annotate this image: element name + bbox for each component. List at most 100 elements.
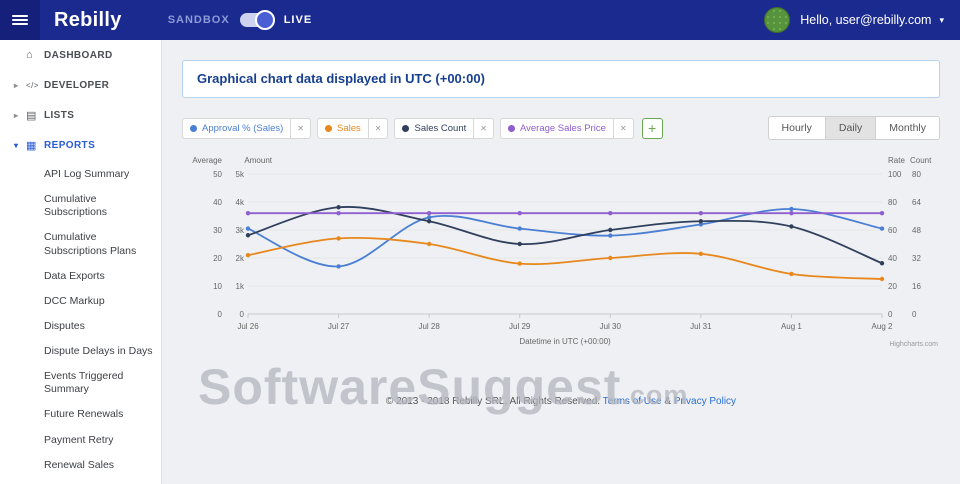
main-content: Graphical chart data displayed in UTC (+… bbox=[162, 40, 960, 484]
chart-controls: Approval % (Sales)✕Sales✕Sales Count✕Ave… bbox=[182, 116, 940, 140]
sidebar-report-item[interactable]: Payment Retry bbox=[0, 428, 161, 453]
sandbox-label: SANDBOX bbox=[168, 14, 230, 26]
live-label: LIVE bbox=[284, 14, 312, 26]
svg-text:0: 0 bbox=[888, 310, 893, 319]
filter-chip[interactable]: Average Sales Price ✕ bbox=[500, 118, 634, 139]
watermark: SoftwareSuggest.com bbox=[198, 358, 688, 416]
lists-icon: ▤ bbox=[26, 109, 44, 122]
svg-text:Rate: Rate bbox=[888, 156, 905, 165]
avatar[interactable] bbox=[764, 7, 790, 33]
brand-logo: Rebilly bbox=[54, 9, 122, 32]
svg-text:60: 60 bbox=[888, 226, 897, 235]
svg-text:0: 0 bbox=[912, 310, 917, 319]
sidebar-item-label: DASHBOARD bbox=[44, 50, 113, 61]
svg-text:1k: 1k bbox=[236, 282, 245, 291]
add-series-button[interactable]: + bbox=[642, 118, 663, 139]
chips-row: Approval % (Sales)✕Sales✕Sales Count✕Ave… bbox=[182, 118, 634, 139]
sidebar-item-reports[interactable]: ▾ ▦ REPORTS bbox=[0, 130, 161, 160]
caret-down-icon: ▾ bbox=[14, 141, 26, 150]
svg-text:0: 0 bbox=[240, 310, 245, 319]
svg-text:30: 30 bbox=[213, 226, 222, 235]
svg-text:Count: Count bbox=[910, 156, 932, 165]
report-subitems: API Log SummaryCumulative SubscriptionsC… bbox=[0, 160, 161, 484]
svg-text:Highcharts.com: Highcharts.com bbox=[889, 341, 938, 348]
topbar: Rebilly SANDBOX LIVE Hello, user@rebilly… bbox=[0, 0, 960, 40]
user-menu[interactable]: Hello, user@rebilly.com ▾ bbox=[764, 7, 960, 33]
series-dot bbox=[325, 125, 332, 132]
remove-chip-icon[interactable]: ✕ bbox=[290, 119, 310, 138]
svg-text:64: 64 bbox=[912, 198, 921, 207]
sidebar-report-item[interactable]: Events Triggered Summary bbox=[0, 364, 161, 402]
period-button-daily[interactable]: Daily bbox=[826, 116, 876, 140]
toggle-knob[interactable] bbox=[255, 10, 275, 30]
remove-chip-icon[interactable]: ✕ bbox=[473, 119, 493, 138]
reports-icon: ▦ bbox=[26, 139, 44, 152]
chip-label: Average Sales Price bbox=[520, 123, 606, 134]
remove-chip-icon[interactable]: ✕ bbox=[368, 119, 388, 138]
sidebar-item-label: LISTS bbox=[44, 110, 74, 121]
svg-text:Average: Average bbox=[192, 156, 222, 165]
svg-text:20: 20 bbox=[888, 282, 897, 291]
period-button-hourly[interactable]: Hourly bbox=[768, 116, 826, 140]
caret-right-icon: ▸ bbox=[14, 111, 26, 120]
copyright-text: © 2013 - 2018 Rebilly SRL, All Rights Re… bbox=[386, 396, 600, 407]
chevron-down-icon[interactable]: ▾ bbox=[939, 15, 944, 26]
sidebar-report-item[interactable]: Retention Percentage bbox=[0, 478, 161, 484]
period-toggle-group: HourlyDailyMonthly bbox=[768, 116, 940, 140]
sidebar-report-item[interactable]: Future Renewals bbox=[0, 402, 161, 427]
period-button-monthly[interactable]: Monthly bbox=[876, 116, 940, 140]
svg-text:Jul 28: Jul 28 bbox=[418, 322, 440, 331]
code-icon: </> bbox=[26, 81, 44, 90]
home-icon: ⌂ bbox=[26, 49, 44, 61]
svg-text:80: 80 bbox=[912, 170, 921, 179]
remove-chip-icon[interactable]: ✕ bbox=[613, 119, 633, 138]
sidebar-report-item[interactable]: API Log Summary bbox=[0, 162, 161, 187]
caret-right-icon: ▸ bbox=[14, 81, 26, 90]
series-dot bbox=[190, 125, 197, 132]
chart-svg: 505k10080404k8064303k6048202k4032101k201… bbox=[182, 152, 940, 357]
sidebar-report-item[interactable]: Renewal Sales bbox=[0, 453, 161, 478]
svg-text:Amount: Amount bbox=[244, 156, 272, 165]
svg-text:3k: 3k bbox=[236, 226, 245, 235]
sidebar-item-developer[interactable]: ▸ </> DEVELOPER bbox=[0, 70, 161, 100]
sidebar-report-item[interactable]: Data Exports bbox=[0, 264, 161, 289]
filter-chip[interactable]: Approval % (Sales) ✕ bbox=[182, 118, 311, 139]
svg-text:20: 20 bbox=[213, 254, 222, 263]
sidebar-report-item[interactable]: Disputes bbox=[0, 314, 161, 339]
svg-text:50: 50 bbox=[213, 170, 222, 179]
terms-link[interactable]: Terms of Use bbox=[603, 396, 662, 407]
sidebar-report-item[interactable]: DCC Markup bbox=[0, 289, 161, 314]
sidebar-item-label: DEVELOPER bbox=[44, 80, 109, 91]
sidebar-report-item[interactable]: Dispute Delays in Days bbox=[0, 339, 161, 364]
environment-toggle[interactable] bbox=[240, 13, 274, 27]
svg-text:100: 100 bbox=[888, 170, 902, 179]
svg-text:Jul 30: Jul 30 bbox=[600, 322, 622, 331]
filter-chip[interactable]: Sales Count✕ bbox=[394, 118, 493, 139]
svg-text:Aug 1: Aug 1 bbox=[781, 322, 802, 331]
filter-chip[interactable]: Sales ✕ bbox=[317, 118, 388, 139]
svg-text:40: 40 bbox=[213, 198, 222, 207]
svg-text:Jul 31: Jul 31 bbox=[690, 322, 712, 331]
svg-text:0: 0 bbox=[218, 310, 223, 319]
sidebar-item-dashboard[interactable]: ⌂ DASHBOARD bbox=[0, 40, 161, 70]
svg-text:16: 16 bbox=[912, 282, 921, 291]
chip-label: Sales bbox=[337, 123, 361, 134]
svg-text:2k: 2k bbox=[236, 254, 245, 263]
privacy-link[interactable]: Privacy Policy bbox=[674, 396, 736, 407]
user-greeting: Hello, user@rebilly.com bbox=[800, 13, 931, 27]
svg-text:48: 48 bbox=[912, 226, 921, 235]
svg-text:Aug 2: Aug 2 bbox=[872, 322, 893, 331]
chart-container: 505k10080404k8064303k6048202k4032101k201… bbox=[182, 152, 940, 362]
chip-label: Approval % (Sales) bbox=[202, 123, 283, 134]
svg-text:4k: 4k bbox=[236, 198, 245, 207]
series-dot bbox=[508, 125, 515, 132]
svg-text:5k: 5k bbox=[236, 170, 245, 179]
svg-text:Jul 26: Jul 26 bbox=[237, 322, 259, 331]
sidebar-item-lists[interactable]: ▸ ▤ LISTS bbox=[0, 100, 161, 130]
sidebar-report-item[interactable]: Cumulative Subscriptions Plans bbox=[0, 225, 161, 263]
sidebar-report-item[interactable]: Cumulative Subscriptions bbox=[0, 187, 161, 225]
svg-text:Jul 29: Jul 29 bbox=[509, 322, 531, 331]
menu-icon[interactable] bbox=[0, 0, 40, 40]
series-dot bbox=[402, 125, 409, 132]
sidebar: ⌂ DASHBOARD ▸ </> DEVELOPER ▸ ▤ LISTS ▾ … bbox=[0, 40, 162, 484]
